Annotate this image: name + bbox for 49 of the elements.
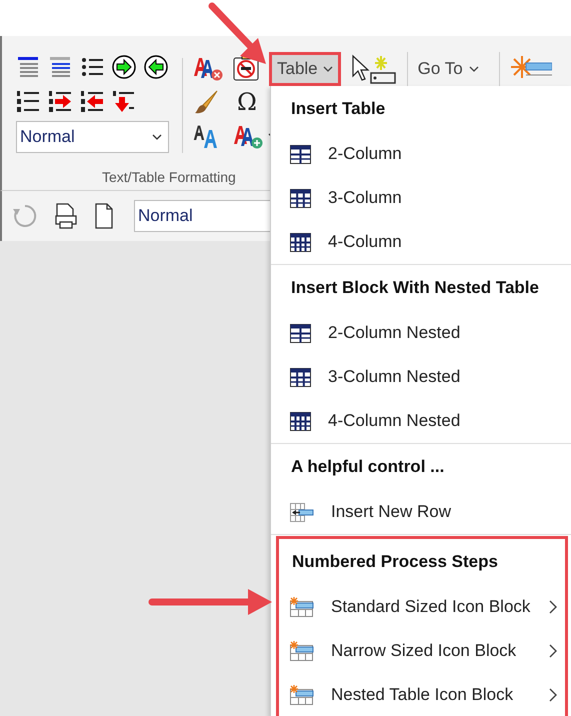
menu-heading: Insert Block With Nested Table — [290, 277, 540, 299]
print-preview-icon[interactable] — [54, 203, 78, 229]
style-dropdown[interactable]: Normal — [16, 121, 169, 153]
go-to-dropdown-button[interactable]: Go To — [418, 59, 489, 79]
table-icon[interactable] — [290, 368, 311, 386]
add-style-icon[interactable] — [233, 123, 263, 149]
chevron-down-icon — [468, 66, 479, 72]
menu-item[interactable]: 4-Column — [271, 220, 571, 264]
menu-item[interactable]: 3-Column — [271, 176, 571, 220]
menu-item[interactable]: 4-Column Nested — [271, 399, 571, 443]
menu-item[interactable]: 2-Column — [271, 132, 571, 176]
menu-item[interactable]: Narrow Sized Icon Block — [279, 629, 565, 673]
outdent-list-icon[interactable] — [80, 90, 104, 112]
insert-row-icon[interactable] — [290, 502, 314, 522]
right-arrow-circle-icon[interactable] — [112, 55, 136, 79]
cursor-tag-icon[interactable] — [350, 54, 397, 84]
down-arrow-list-icon[interactable] — [112, 90, 136, 112]
menu-heading: A helpful control ... — [290, 456, 446, 478]
paragraph-lines-icon[interactable] — [48, 56, 72, 78]
indent-list-icon[interactable] — [48, 90, 72, 112]
table-dropdown-button[interactable]: Table — [269, 52, 341, 86]
table-icon[interactable] — [290, 188, 311, 208]
no-format-clipboard-icon[interactable] — [233, 55, 259, 81]
menu-item[interactable]: Insert New Row — [271, 490, 571, 534]
group-label: Text/Table Formatting — [102, 169, 236, 185]
table-icon[interactable] — [290, 324, 311, 342]
menu-heading: Numbered Process Steps — [291, 551, 499, 573]
paragraph-lines-icon[interactable] — [16, 56, 40, 78]
bullet-list-icon[interactable] — [80, 56, 104, 78]
chevron-down-icon — [322, 66, 333, 72]
table-block-icon[interactable] — [290, 597, 314, 617]
clear-format-icon[interactable] — [193, 55, 223, 81]
symbol-button[interactable]: Ω — [233, 88, 261, 116]
table-block-icon[interactable] — [290, 641, 314, 661]
table-icon[interactable] — [290, 412, 311, 430]
paintbrush-icon[interactable] — [193, 89, 219, 115]
table-icon[interactable] — [290, 232, 311, 252]
table-block-icon[interactable] — [290, 685, 314, 705]
menu-item[interactable]: 3-Column Nested — [271, 355, 571, 399]
menu-heading: Insert Table — [290, 98, 386, 120]
chevron-down-icon — [152, 134, 162, 140]
table-icon[interactable] — [290, 144, 311, 164]
numbered-list-icon[interactable] — [16, 90, 40, 112]
callout-arrow — [208, 2, 266, 64]
menu-item[interactable]: Standard Sized Icon Block — [279, 585, 565, 629]
left-arrow-circle-icon[interactable] — [144, 55, 168, 79]
menu-item[interactable]: 2-Column Nested — [271, 311, 571, 355]
menu-item[interactable]: Nested Table Icon Block — [279, 673, 565, 716]
new-page-icon[interactable] — [94, 203, 114, 229]
